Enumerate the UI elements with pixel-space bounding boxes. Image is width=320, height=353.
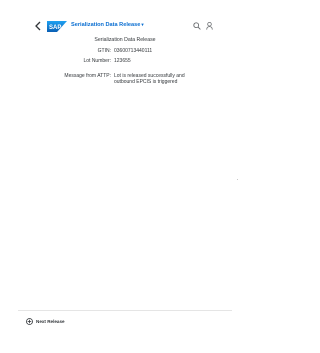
chevron-down-icon: ▾ <box>141 22 144 27</box>
next-release-label: Next Release <box>36 318 65 324</box>
lot-number-label: Lot Number: <box>83 58 111 64</box>
app-title: Serialization Data Release <box>71 22 141 28</box>
lot-number-value: 123655 <box>114 58 131 64</box>
search-icon[interactable] <box>193 22 201 30</box>
shell-bar: SAP Serialization Data Release▾ <box>0 0 250 40</box>
footer-divider <box>18 310 232 311</box>
section-title: Serialization Data Release <box>94 37 156 43</box>
scroll-indicator <box>237 179 238 180</box>
sap-logo[interactable]: SAP <box>47 21 67 32</box>
gtin-label: GTIN: <box>97 48 111 54</box>
app-title-menu[interactable]: Serialization Data Release▾ <box>71 22 144 28</box>
message-value: Lot is released successfully and outboun… <box>114 73 185 85</box>
next-release-button[interactable]: Next Release <box>26 317 65 325</box>
gtin-value: 03600713440111 <box>114 48 153 54</box>
add-circle-icon <box>26 317 33 325</box>
svg-text:SAP: SAP <box>49 25 61 31</box>
message-label: Message from ATTP: <box>64 73 111 79</box>
back-arrow-icon[interactable] <box>34 21 42 31</box>
user-profile-icon[interactable] <box>206 22 213 30</box>
